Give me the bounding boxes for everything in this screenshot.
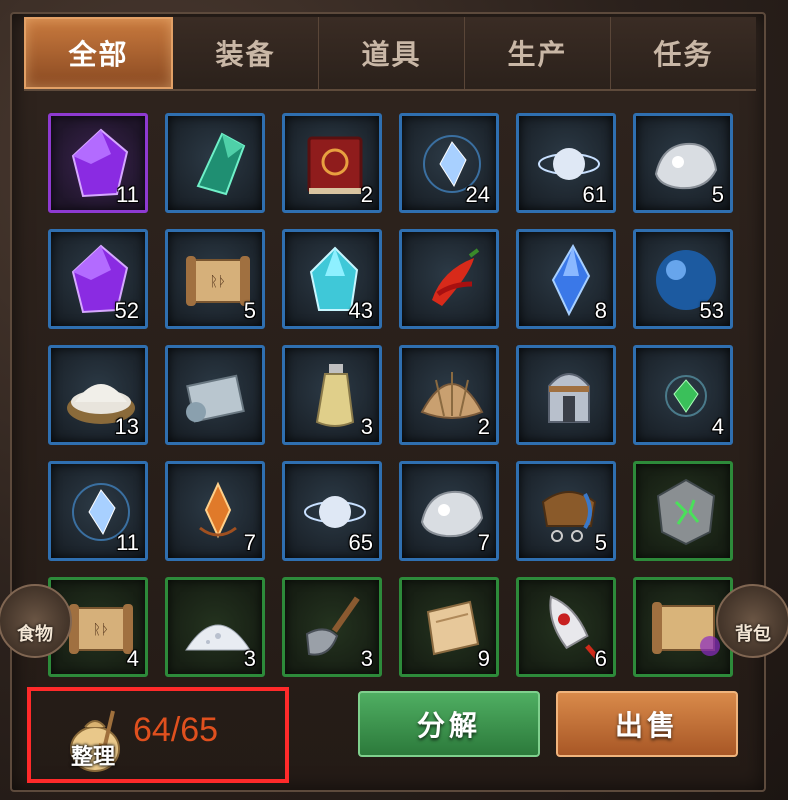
map-scroll-icon bbox=[652, 602, 720, 656]
helmet-icon bbox=[548, 373, 590, 423]
tab-equipment[interactable]: 装备 bbox=[173, 17, 319, 89]
inventory-slot[interactable]: 3 bbox=[282, 345, 382, 445]
inventory-slot[interactable]: 13 bbox=[48, 345, 148, 445]
inventory-slot[interactable]: 3 bbox=[282, 577, 382, 677]
backpack-button[interactable]: 背包 bbox=[716, 584, 788, 658]
inventory-slot[interactable] bbox=[633, 461, 733, 561]
inventory-slot[interactable] bbox=[399, 229, 499, 329]
item-count: 52 bbox=[114, 298, 139, 323]
sort-label: 整理 bbox=[71, 745, 116, 770]
inventory-slot[interactable]: 53 bbox=[633, 229, 733, 329]
item-count: 61 bbox=[582, 182, 607, 207]
item-count: 9 bbox=[477, 646, 490, 671]
item-count: 5 bbox=[243, 298, 256, 323]
item-count: 7 bbox=[243, 530, 256, 555]
item-count: 5 bbox=[594, 530, 607, 555]
inventory-slot[interactable]: 6 bbox=[516, 577, 616, 677]
inventory-slot[interactable]: 24 bbox=[399, 113, 499, 213]
item-count: 6 bbox=[594, 646, 607, 671]
inventory-slot[interactable]: 4 bbox=[633, 345, 733, 445]
item-count: 11 bbox=[116, 182, 139, 207]
item-count: 5 bbox=[711, 182, 724, 207]
item-count: 2 bbox=[477, 414, 490, 439]
inventory-slot[interactable]: 11 bbox=[48, 461, 148, 561]
item-count: 7 bbox=[477, 530, 490, 555]
tab-production[interactable]: 生产 bbox=[465, 17, 611, 89]
inventory-slot[interactable]: 52 bbox=[48, 229, 148, 329]
item-grid: 11 2 24 61 5 52 ᚱᚦ 5 43 8 53 13 3 2 4 11 7 65 7 5 ᚱᚦ 4 3 3 9 6 bbox=[48, 113, 738, 677]
inventory-slot[interactable]: 8 bbox=[516, 229, 616, 329]
item-count: 2 bbox=[360, 182, 373, 207]
inventory-slot[interactable]: 65 bbox=[282, 461, 382, 561]
food-button[interactable]: 食物 bbox=[0, 584, 72, 658]
tab-all[interactable]: 全部 bbox=[24, 17, 173, 89]
inventory-slot[interactable]: 9 bbox=[399, 577, 499, 677]
decompose-button[interactable]: 分解 bbox=[358, 691, 540, 757]
inventory-slot[interactable]: 11 bbox=[48, 113, 148, 213]
item-count: 11 bbox=[116, 530, 139, 555]
inventory-slot[interactable]: 5 bbox=[633, 113, 733, 213]
item-count: 3 bbox=[360, 646, 373, 671]
cloth-roll-icon bbox=[186, 374, 245, 423]
rune-stone-icon bbox=[656, 478, 716, 546]
item-count: 4 bbox=[711, 414, 724, 439]
backpack-label: 背包 bbox=[735, 624, 771, 645]
item-count: 8 bbox=[594, 298, 607, 323]
chili-pepper-icon bbox=[432, 248, 480, 306]
item-count: 53 bbox=[699, 298, 724, 323]
inventory-slot[interactable]: 7 bbox=[399, 461, 499, 561]
food-label: 食物 bbox=[17, 624, 53, 645]
inventory-slot[interactable]: 3 bbox=[165, 577, 265, 677]
inventory-slot[interactable]: 7 bbox=[165, 461, 265, 561]
category-tabs: 全部 装备 道具 生产 任务 bbox=[24, 17, 756, 91]
sell-button[interactable]: 出售 bbox=[556, 691, 738, 757]
inventory-slot[interactable]: ᚱᚦ 5 bbox=[165, 229, 265, 329]
item-count: 43 bbox=[348, 298, 373, 323]
inventory-slot[interactable]: 61 bbox=[516, 113, 616, 213]
item-count: 13 bbox=[114, 414, 139, 439]
item-count: 4 bbox=[126, 646, 139, 671]
sort-area: 整理 64/65 bbox=[27, 687, 289, 783]
inventory-slot[interactable] bbox=[165, 345, 265, 445]
tab-quest[interactable]: 任务 bbox=[611, 17, 756, 89]
green-crystal-icon bbox=[196, 132, 246, 196]
inventory-slot[interactable]: 2 bbox=[399, 345, 499, 445]
inventory-slot[interactable] bbox=[516, 345, 616, 445]
svg-text:ᚱᚦ: ᚱᚦ bbox=[210, 274, 227, 290]
inventory-slot[interactable]: 2 bbox=[282, 113, 382, 213]
tab-props[interactable]: 道具 bbox=[319, 17, 465, 89]
inventory-slot[interactable] bbox=[165, 113, 265, 213]
bag-capacity: 64/65 bbox=[133, 711, 219, 749]
item-count: 65 bbox=[348, 530, 373, 555]
item-count: 3 bbox=[360, 414, 373, 439]
svg-text:ᚱᚦ: ᚱᚦ bbox=[93, 622, 110, 638]
inventory-slot[interactable]: 5 bbox=[516, 461, 616, 561]
inventory-slot[interactable]: 43 bbox=[282, 229, 382, 329]
item-count: 24 bbox=[465, 182, 490, 207]
item-count: 3 bbox=[243, 646, 256, 671]
